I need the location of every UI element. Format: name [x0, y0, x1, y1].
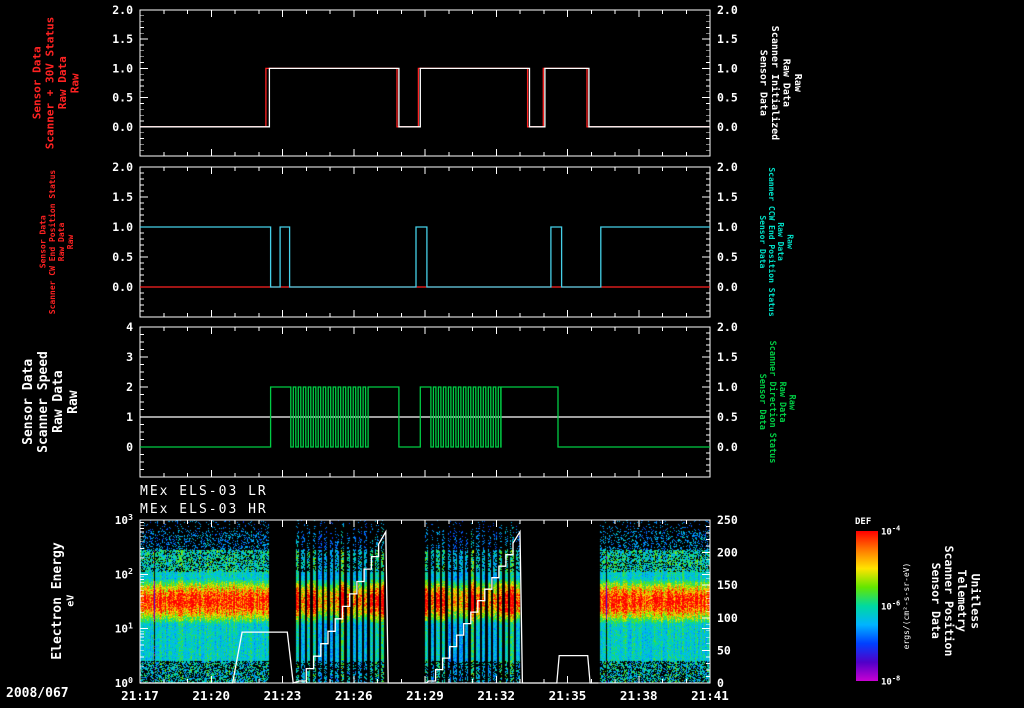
- spectrogram-left-axis-label: Electron EnergyeV: [51, 542, 77, 659]
- svg-text:250: 250: [717, 513, 738, 527]
- svg-text:4: 4: [126, 320, 133, 334]
- series-scanner-30v-status-raw: [140, 68, 710, 126]
- svg-text:0: 0: [126, 440, 133, 454]
- panel2-plot: 0.0 0.5 1.0 1.5 2.0 0.0 0.5 1.0 1.5 2.0: [112, 160, 738, 317]
- svg-text:0.0: 0.0: [717, 280, 738, 294]
- svg-text:102: 102: [115, 566, 133, 581]
- svg-text:2.0: 2.0: [717, 160, 738, 174]
- svg-text:21:20: 21:20: [192, 688, 230, 703]
- panel3-left-axis-label: Sensor DataScanner SpeedRaw DataRaw: [22, 351, 82, 453]
- svg-text:2.0: 2.0: [717, 3, 738, 17]
- svg-text:0.5: 0.5: [112, 91, 133, 105]
- svg-text:1: 1: [126, 410, 133, 424]
- svg-text:1.5: 1.5: [717, 190, 738, 204]
- svg-text:103: 103: [115, 512, 133, 527]
- svg-text:21:41: 21:41: [691, 688, 729, 703]
- svg-text:2.0: 2.0: [112, 160, 133, 174]
- svg-text:21:26: 21:26: [335, 688, 373, 703]
- svg-text:21:32: 21:32: [477, 688, 515, 703]
- x-axis-date-label: 2008/067: [6, 686, 69, 701]
- spectrogram-title-lr: MEx ELS-03 LR: [140, 484, 268, 499]
- svg-text:200: 200: [717, 546, 738, 560]
- colorbar-tick-label: 10-8: [881, 675, 900, 688]
- spectrogram-plot: 100101102103050100150200250: [115, 512, 738, 690]
- panel3-plot: 0 1 2 3 4 0.0 0.5 1.0 1.5 2.0: [126, 320, 738, 477]
- x-axis-time-labels: 21:17 21:20 21:23 21:26 21:29 21:32 21:35 21:38…: [121, 688, 729, 703]
- panel1-right-axis-label: Sensor DataScanner InitializedRaw DataRa…: [757, 26, 803, 140]
- panel2-left-axis-label: Sensor DataScanner CW End Position Statu…: [39, 170, 76, 315]
- svg-text:1.0: 1.0: [717, 61, 738, 75]
- colorbar-units-label: ergs/(cm²-s-sr-eV): [902, 563, 911, 650]
- svg-text:0.5: 0.5: [112, 250, 133, 264]
- svg-text:0.5: 0.5: [717, 410, 738, 424]
- mex-els-data-display: 0.0 0.5 1.0 1.5 2.0 0.0 0.5 1.0 1.5 2.0 0.0 0.5 1.0 1…: [0, 0, 1024, 708]
- svg-text:0.0: 0.0: [717, 440, 738, 454]
- svg-text:21:29: 21:29: [406, 688, 444, 703]
- svg-text:0.0: 0.0: [717, 120, 738, 134]
- svg-text:100: 100: [717, 611, 738, 625]
- svg-text:0.0: 0.0: [112, 120, 133, 134]
- panel1-left-axis-label: Sensor DataScanner + 30V StatusRaw DataR…: [32, 17, 83, 149]
- svg-text:1.5: 1.5: [112, 32, 133, 46]
- svg-text:0.5: 0.5: [717, 91, 738, 105]
- panel3-right-axis-label: Sensor DataScanner Direction StatusRaw D…: [756, 341, 795, 464]
- svg-text:0.0: 0.0: [112, 280, 133, 294]
- colorbar: [856, 531, 878, 681]
- svg-text:0.5: 0.5: [717, 250, 738, 264]
- svg-text:1.0: 1.0: [112, 61, 133, 75]
- svg-text:1.5: 1.5: [717, 350, 738, 364]
- svg-text:50: 50: [717, 643, 731, 657]
- svg-text:1.0: 1.0: [717, 220, 738, 234]
- svg-text:21:23: 21:23: [264, 688, 302, 703]
- series-scanner-initialized-raw: [140, 68, 710, 126]
- svg-text:2.0: 2.0: [717, 320, 738, 334]
- svg-text:1.5: 1.5: [717, 32, 738, 46]
- svg-text:21:35: 21:35: [549, 688, 587, 703]
- panel1-plot: 0.0 0.5 1.0 1.5 2.0 0.0 0.5 1.0 1.5 2.0: [112, 3, 738, 156]
- panel2-right-axis-label: Sensor DataScanner CCW End Position Stat…: [758, 167, 795, 316]
- svg-text:1.0: 1.0: [112, 220, 133, 234]
- scanner-position-overlay-line: [140, 532, 598, 683]
- colorbar-tick-label: 10-6: [881, 600, 900, 613]
- svg-text:101: 101: [115, 620, 133, 635]
- svg-text:21:17: 21:17: [121, 688, 159, 703]
- svg-text:2: 2: [126, 380, 133, 394]
- colorbar-tick-label: 10-4: [881, 525, 900, 538]
- spectrogram-right-axis-label: Sensor DataScanner PositionTelemetryUnit…: [929, 546, 982, 657]
- spectrogram-title-hr: MEx ELS-03 HR: [140, 502, 268, 517]
- svg-text:2.0: 2.0: [112, 3, 133, 17]
- colorbar-title: DEF: [855, 517, 871, 527]
- svg-text:150: 150: [717, 578, 738, 592]
- svg-text:3: 3: [126, 350, 133, 364]
- svg-text:1.0: 1.0: [717, 380, 738, 394]
- svg-text:21:38: 21:38: [620, 688, 658, 703]
- series-scanner-ccw-end-position-status-raw: [140, 227, 710, 287]
- svg-text:1.5: 1.5: [112, 190, 133, 204]
